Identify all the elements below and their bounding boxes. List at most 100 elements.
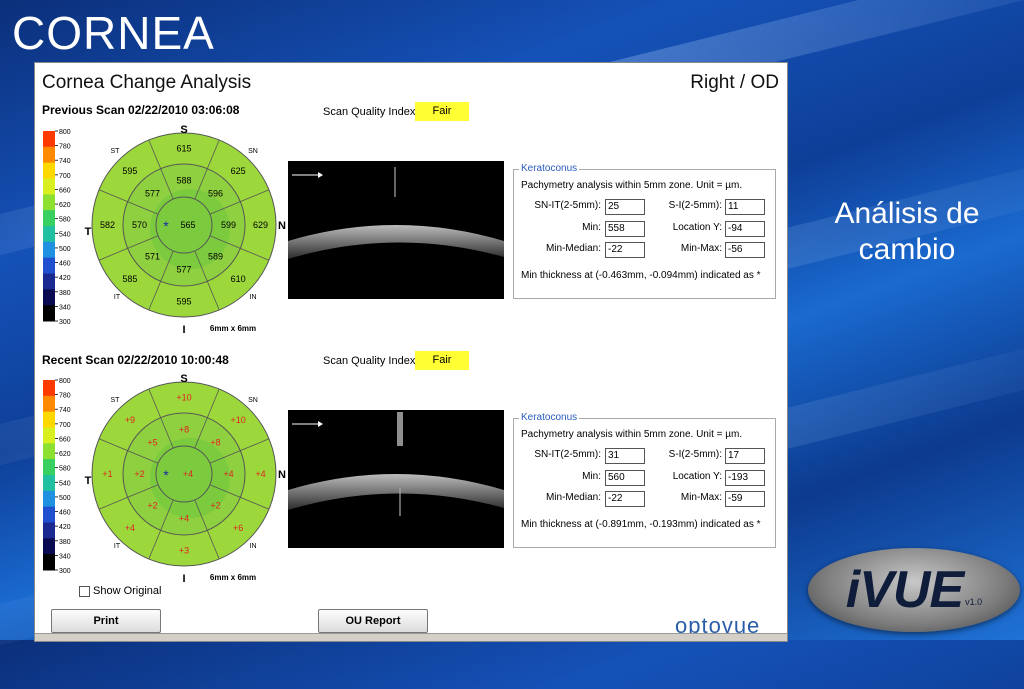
scale-tick-label: 500 [59, 246, 71, 253]
scale-tick-label: 340 [59, 304, 71, 311]
color-scale-segment [43, 146, 55, 164]
map-value-outer-it: +4 [125, 523, 135, 533]
orientation-label-t: T [85, 475, 92, 487]
location-y-label: Location Y: [672, 471, 722, 482]
scale-tick-label: 700 [59, 422, 71, 429]
map-value-inner-t: 570 [132, 220, 147, 230]
min-label: Min: [582, 471, 601, 482]
map-value-outer-s: +10 [176, 393, 191, 403]
color-scale-segment [43, 490, 55, 508]
keratoconus-legend: Keratoconus [519, 163, 580, 174]
s-i-label: S-I(2-5mm): [668, 200, 722, 211]
pachymetry-map-previous[interactable]: 800 780 740 700 660 620 580 540 500 460 420 380 340 3… [39, 125, 289, 335]
color-scale-segment [43, 131, 55, 148]
scale-tick-label: 380 [59, 290, 71, 297]
orientation-label-it: IT [114, 543, 121, 550]
orientation-label-n: N [278, 220, 286, 232]
map-value-outer-i: 595 [176, 297, 191, 307]
scale-tick-label: 540 [59, 231, 71, 238]
ou-report-button[interactable]: OU Report [318, 609, 428, 633]
map-value-inner-sn: +8 [210, 438, 220, 448]
map-value-inner-in: 589 [208, 251, 223, 261]
taskbar-strip [35, 633, 787, 641]
map-value-inner-i: +4 [179, 514, 189, 524]
scale-tick-label: 780 [59, 393, 71, 400]
orientation-label-s: S [180, 125, 187, 136]
map-value-outer-s: 615 [176, 144, 191, 154]
recent-scan-label: Recent Scan 02/22/2010 10:00:48 [42, 353, 229, 367]
map-value-outer-in: 610 [231, 274, 246, 284]
map-value-outer-t: +1 [102, 469, 112, 479]
scale-tick-label: 300 [59, 568, 71, 575]
oct-image-previous[interactable] [288, 161, 504, 299]
color-scale-segment [43, 289, 55, 306]
min-thickness-note: Min thickness at (-0.463mm, -0.094mm) in… [521, 270, 761, 281]
min-median-label: Min-Median: [545, 243, 601, 254]
map-value-inner-it: +2 [147, 500, 157, 510]
map-value-outer-it: 585 [122, 274, 137, 284]
s-i-field: 11 [725, 199, 765, 215]
s-i-field: 17 [725, 448, 765, 464]
print-button[interactable]: Print [51, 609, 161, 633]
min-max-label: Min-Max: [680, 243, 722, 254]
checkbox-box[interactable] [79, 585, 90, 597]
orientation-label-t: T [85, 226, 92, 238]
min-field: 560 [605, 470, 645, 486]
scale-tick-label: 380 [59, 539, 71, 546]
keratoconus-legend: Keratoconus [519, 412, 580, 423]
min-label: Min: [582, 222, 601, 233]
map-value-center: +4 [183, 469, 193, 479]
map-value-inner-st: 577 [145, 189, 160, 199]
show-original-checkbox[interactable]: Show Original [79, 585, 161, 597]
color-scale-segment [43, 241, 55, 259]
keratoconus-box-previous: Keratoconus Pachymetry analysis within 5… [513, 163, 776, 299]
color-scale-segment [43, 305, 55, 322]
pachymetry-desc: Pachymetry analysis within 5mm zone. Uni… [521, 429, 743, 440]
eye-label: Right / OD [690, 72, 779, 93]
orientation-label-i: I [182, 573, 185, 584]
min-median-field: -22 [605, 242, 645, 258]
sqi-value: Fair [415, 351, 469, 370]
scale-tick-label: 660 [59, 436, 71, 443]
scale-tick-label: 780 [59, 144, 71, 151]
color-scale-segment [43, 273, 55, 290]
sqi-label: Scan Quality Index [323, 106, 416, 118]
side-text-line: Análisis de [834, 197, 980, 230]
map-value-inner-t: +2 [134, 469, 144, 479]
min-field: 558 [605, 221, 645, 237]
color-scale-segment [43, 210, 55, 227]
oct-image-recent[interactable] [288, 410, 504, 548]
ivue-logo: iVUE v1.0 [808, 548, 1020, 632]
sqi-value: Fair [415, 102, 469, 121]
color-scale-segment [43, 538, 55, 555]
color-scale-segment [43, 178, 55, 195]
sn-it-field: 25 [605, 199, 645, 215]
s-i-label: S-I(2-5mm): [668, 449, 722, 460]
orientation-label-st: ST [111, 148, 121, 155]
map-value-inner-n: +4 [223, 469, 233, 479]
min-thickness-note: Min thickness at (-0.891mm, -0.193mm) in… [521, 519, 761, 530]
scale-tick-label: 580 [59, 217, 71, 224]
min-median-label: Min-Median: [545, 492, 601, 503]
orientation-label-in: IN [250, 294, 257, 301]
color-scale-segment [43, 554, 55, 571]
color-scale-segment [43, 411, 55, 428]
orientation-label-s: S [180, 374, 187, 385]
scale-tick-label: 300 [59, 319, 71, 326]
scale-tick-label: 740 [59, 407, 71, 414]
min-thickness-marker: * [163, 218, 169, 234]
scale-tick-label: 740 [59, 158, 71, 165]
location-y-label: Location Y: [672, 222, 722, 233]
color-scale-segment [43, 475, 55, 492]
cornea-change-window: Cornea Change Analysis Right / OD Previo… [34, 62, 788, 642]
sn-it-label: SN-IT(2-5mm): [534, 449, 601, 460]
change-map-recent[interactable]: 800 780 740 700 660 620 580 540 500 460 420 380 340 3… [39, 374, 289, 584]
map-value-inner-sn: 596 [208, 189, 223, 199]
scale-tick-label: 500 [59, 495, 71, 502]
map-value-outer-i: +3 [179, 546, 189, 556]
scale-tick-label: 800 [59, 378, 71, 385]
map-value-outer-st: 595 [122, 166, 137, 176]
scale-tick-label: 620 [59, 451, 71, 458]
show-original-label: Show Original [93, 585, 162, 597]
scale-tick-label: 800 [59, 129, 71, 136]
